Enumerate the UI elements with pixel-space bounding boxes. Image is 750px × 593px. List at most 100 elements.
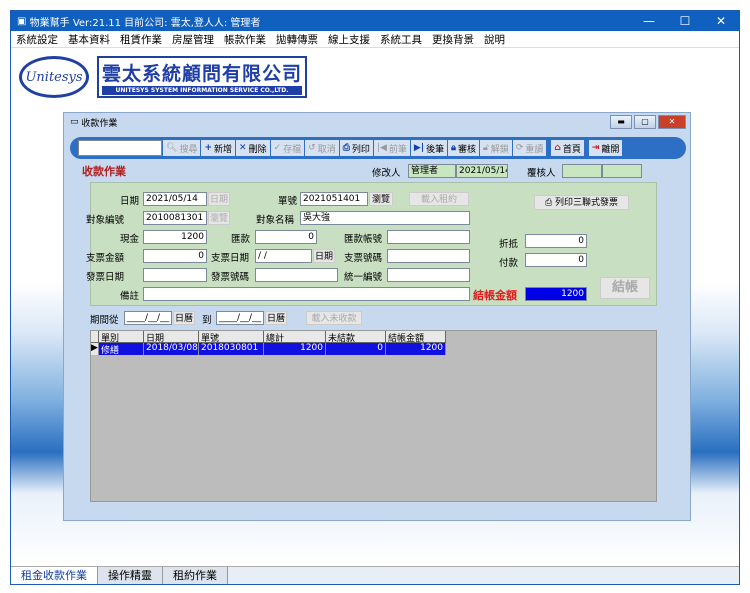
remit-field[interactable]: 0 [255,230,317,244]
unlock-button[interactable]: 🔓︎ 解鎖 [479,140,512,156]
lock-icon: 🔒︎ [451,143,456,153]
col-settle[interactable]: 結帳金額 [386,331,446,344]
delete-button[interactable]: ✕ 刪除 [236,140,270,156]
invoice-no-field[interactable] [255,268,338,282]
object-no-label: 對象編號 [86,215,125,226]
remit-account-field[interactable] [387,230,470,244]
tab-rent-receipt[interactable]: 租金收款作業 [11,567,98,584]
menu-accounts[interactable]: 帳款作業 [219,32,271,47]
menu-online-support[interactable]: 線上支援 [323,32,375,47]
col-type[interactable]: 單別 [99,331,144,344]
table-row[interactable]: ▶ 修繕 2018/03/08 2018030801 1200 0 1200 [91,343,656,356]
unlock-icon: 🔓︎ [482,143,489,153]
check-date-button[interactable]: 日期 [313,249,335,263]
col-date[interactable]: 日期 [144,331,199,344]
menu-background[interactable]: 更換背景 [427,32,479,47]
check-icon: ✓ [273,143,282,153]
menu-system-settings[interactable]: 系統設定 [11,32,63,47]
menu-vouchers[interactable]: 拋轉傳票 [271,32,323,47]
search-button[interactable]: 🔍︎ 搜尋 [163,140,201,156]
invoice-no-label: 發票號碼 [211,272,250,283]
menu-basic-data[interactable]: 基本資料 [63,32,115,47]
col-unpaid[interactable]: 未結款 [326,331,386,344]
menu-bar: 系統設定 基本資料 租賃作業 房屋管理 帳款作業 拋轉傳票 線上支援 系統工具 … [11,31,739,48]
tax-id-field[interactable] [387,268,470,282]
company-name-en: UNITESYS SYSTEM INFORMATION SERVICE CO.,… [102,86,303,95]
cancel-button[interactable]: ↺ 取消 [305,140,339,156]
date-field[interactable]: 2021/05/14 [143,192,207,206]
search-input[interactable] [78,140,162,156]
check-date-label: 支票日期 [211,253,250,264]
cell-total: 1200 [264,343,326,355]
check-no-field[interactable] [387,249,470,263]
cash-field[interactable]: 1200 [143,230,207,244]
modifier-label: 修改人 [372,168,401,179]
col-no[interactable]: 單號 [199,331,264,344]
invoice-date-field[interactable] [143,268,207,282]
exit-icon: ⇥ [591,143,600,153]
pay-field[interactable]: 0 [525,253,587,267]
bottom-tabs: 租金收款作業 操作精靈 租約作業 [11,566,739,584]
win-minimize-button[interactable]: ▬ [610,115,632,129]
no-field[interactable]: 2021051401 [300,192,368,206]
reload-button[interactable]: ⟳ 重讀 [512,140,547,156]
check-date-field[interactable]: / / [255,249,312,263]
col-total[interactable]: 總計 [264,331,326,344]
tab-lease[interactable]: 租約作業 [163,567,228,584]
receipt-form: 日期 2021/05/14 日期 單號 2021051401 瀏覽 載入租約 ⎙… [86,182,657,306]
home-icon: ⌂ [554,143,561,153]
menu-tools[interactable]: 系統工具 [375,32,427,47]
cell-type: 修繕 [99,343,144,356]
receipt-grid: 單別 日期 單號 總計 未結款 結帳金額 ▶ 修繕 2018/03/08 201… [90,330,657,502]
refresh-icon: ⟳ [515,143,524,153]
tab-wizard[interactable]: 操作精靈 [98,567,163,584]
prev-button[interactable]: |◀ 前筆 [373,140,410,156]
remit-label: 匯款 [231,234,251,245]
print-invoice-button[interactable]: ⎙ 列印三聯式發票 [534,195,629,210]
print-button[interactable]: ⎙ 列印 [339,140,373,156]
settle-button[interactable]: 結帳 [600,277,650,299]
app-window: ▣ 物業幫手 Ver:21.11 目前公司: 雲太,登人人: 管理者 — ☐ ✕ 系… [10,10,740,585]
menu-lease[interactable]: 租賃作業 [115,32,167,47]
receipt-window: ▭ 收款作業 ▬ ▢ ✕ 🔍︎ 搜尋 + 新增 ✕ 刪除 ✓ 存檔 ↺ 取消 ⎙ 列印 |◀ 前筆… [63,112,691,521]
period-to-label: 到 [202,315,212,326]
menu-house[interactable]: 房屋管理 [167,32,219,47]
check-amount-field[interactable]: 0 [143,249,207,263]
object-name-label: 對象名稱 [256,215,295,226]
app-title: 物業幫手 Ver:21.11 目前公司: 雲太,登人人: 管理者 [29,17,261,29]
window-title: 收款作業 [81,118,118,129]
object-browse-button[interactable]: 瀏覽 [208,211,230,225]
exit-button[interactable]: ⇥ 離開 [588,140,623,156]
settle-amount-field: 1200 [525,287,587,301]
minimize-button[interactable]: — [631,14,667,28]
win-close-button[interactable]: ✕ [658,115,686,129]
discount-field[interactable]: 0 [525,234,587,248]
save-button[interactable]: ✓ 存檔 [270,140,305,156]
add-button[interactable]: + 新增 [201,140,236,156]
load-contract-button[interactable]: 載入租約 [409,192,469,206]
date-picker-button[interactable]: 日期 [208,192,230,206]
object-name-field[interactable]: 吳大強 [300,211,470,225]
maximize-button[interactable]: ☐ [667,14,703,28]
period-from-label: 期間從 [90,315,119,326]
period-from-field[interactable]: ____/__/__ [124,311,172,325]
browse-button[interactable]: 瀏覽 [369,192,393,206]
calendar-to-button[interactable]: 日曆 [265,311,287,325]
settle-amount-label: 結帳金額 [473,289,517,302]
check-no-label: 支票號碼 [344,253,383,264]
discount-label: 折抵 [499,239,519,250]
page-heading: 收款作業 [82,165,126,178]
home-button[interactable]: ⌂ 首頁 [551,140,584,156]
next-button[interactable]: ▶| 後筆 [410,140,448,156]
menu-help[interactable]: 說明 [479,32,510,47]
close-button[interactable]: ✕ [703,14,739,28]
period-to-field[interactable]: ____/__/__ [216,311,264,325]
no-label: 單號 [278,196,298,207]
calendar-from-button[interactable]: 日曆 [173,311,195,325]
note-field[interactable] [143,287,470,301]
load-unpaid-button[interactable]: 載入未收款 [306,311,362,325]
win-maximize-button[interactable]: ▢ [634,115,656,129]
audit-button[interactable]: 🔒︎ 審核 [448,140,479,156]
note-label: 備註 [120,291,140,302]
object-no-field[interactable]: 2010081301 [143,211,207,225]
